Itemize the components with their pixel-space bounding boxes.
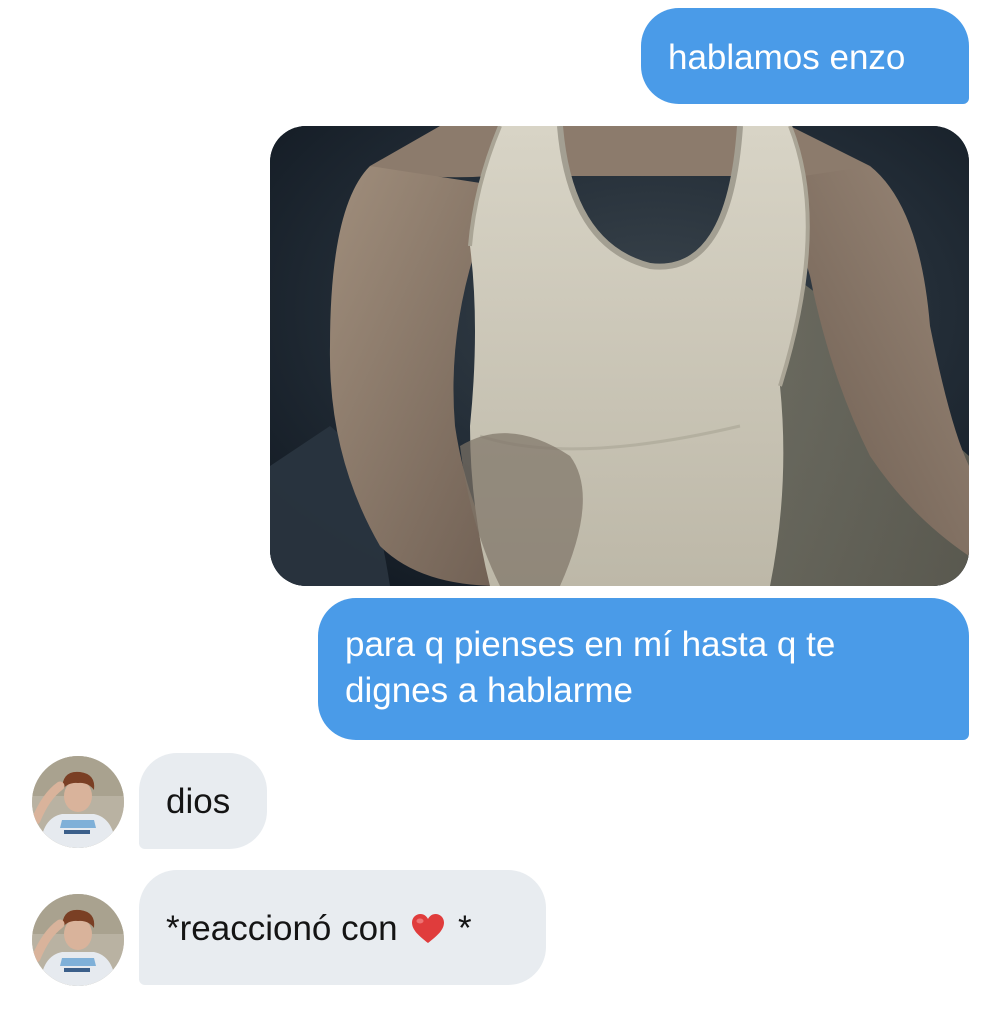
- incoming-message-bubble[interactable]: *reaccionó con *: [139, 870, 546, 985]
- avatar-image: [32, 756, 124, 848]
- incoming-message-bubble[interactable]: dios: [139, 753, 267, 849]
- red-heart-icon: [411, 911, 445, 943]
- photo-message[interactable]: [270, 126, 969, 586]
- outgoing-message-bubble[interactable]: para q pienses en mí hasta q te dignes a…: [318, 598, 969, 740]
- message-text: dios: [166, 782, 231, 821]
- contact-avatar[interactable]: [32, 894, 124, 986]
- reaction-text-before: *reaccionó con: [166, 909, 398, 948]
- message-text: para q pienses en mí hasta q te dignes a…: [345, 625, 836, 710]
- contact-avatar[interactable]: [32, 756, 124, 848]
- avatar-image: [32, 894, 124, 986]
- message-text: hablamos enzo: [668, 38, 906, 77]
- outgoing-message-bubble[interactable]: hablamos enzo: [641, 8, 969, 104]
- photo-image: [270, 126, 969, 586]
- reaction-text-after: *: [458, 909, 472, 948]
